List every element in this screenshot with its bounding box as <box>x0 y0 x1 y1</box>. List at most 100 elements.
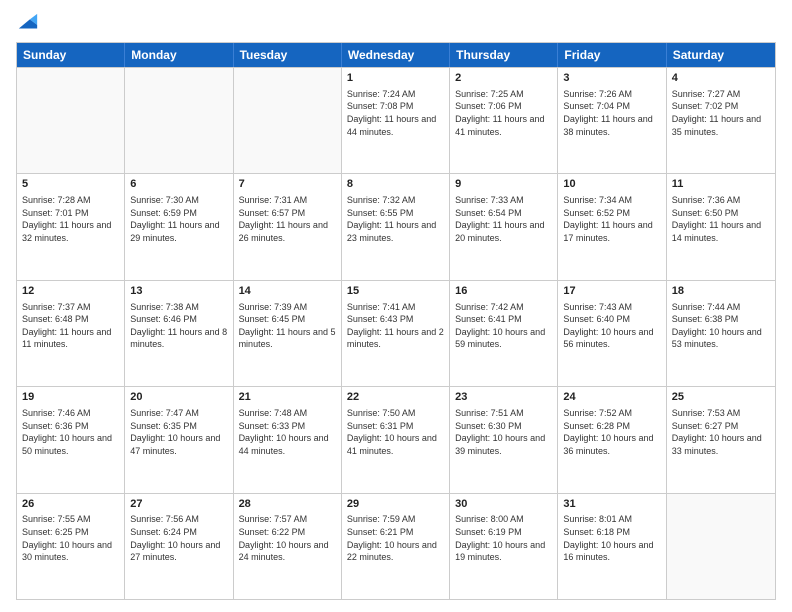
empty-cell <box>17 68 125 173</box>
day-cell-6: 6 Sunrise: 7:30 AMSunset: 6:59 PMDaylight… <box>125 174 233 279</box>
header <box>16 12 776 34</box>
day-cell-29: 29Sunrise: 7:59 AMSunset: 6:21 PMDayligh… <box>342 494 450 599</box>
day-number: 15 <box>347 284 444 299</box>
day-cell-13: 13Sunrise: 7:38 AMSunset: 6:46 PMDayligh… <box>125 281 233 386</box>
day-cell-15: 15 Sunrise: 7:41 AMSunset: 6:43 PMDayligh… <box>342 281 450 386</box>
day-info: Sunrise: 7:56 AMSunset: 6:24 PMDaylight:… <box>130 513 227 563</box>
day-info: Sunrise: 7:34 AMSunset: 6:52 PMDaylight:… <box>563 194 660 244</box>
calendar-body: 1Sunrise: 7:24 AMSunset: 7:08 PMDaylight… <box>17 67 775 599</box>
day-info: Sunrise: 7:52 AMSunset: 6:28 PMDaylight:… <box>563 407 660 457</box>
day-number: 24 <box>563 390 660 405</box>
day-of-week-header: Monday <box>125 43 233 67</box>
day-info: Sunrise: 7:36 AMSunset: 6:50 PMDaylight:… <box>672 194 770 244</box>
day-number: 30 <box>455 497 552 512</box>
day-number: 18 <box>672 284 770 299</box>
day-number: 27 <box>130 497 227 512</box>
day-cell-21: 21Sunrise: 7:48 AMSunset: 6:33 PMDayligh… <box>234 387 342 492</box>
day-cell-5: 5 Sunrise: 7:28 AMSunset: 7:01 PMDaylight… <box>17 174 125 279</box>
day-number: 22 <box>347 390 444 405</box>
day-number: 4 <box>672 71 770 86</box>
day-of-week-header: Saturday <box>667 43 775 67</box>
day-number: 9 <box>455 177 552 192</box>
day-number: 31 <box>563 497 660 512</box>
day-of-week-header: Wednesday <box>342 43 450 67</box>
day-info: Sunrise: 7:57 AMSunset: 6:22 PMDaylight:… <box>239 513 336 563</box>
day-of-week-header: Tuesday <box>234 43 342 67</box>
day-number: 17 <box>563 284 660 299</box>
day-number: 5 <box>22 177 119 192</box>
day-number: 7 <box>239 177 336 192</box>
calendar-week-1: 1Sunrise: 7:24 AMSunset: 7:08 PMDaylight… <box>17 67 775 173</box>
day-number: 1 <box>347 71 444 86</box>
day-cell-7: 7 Sunrise: 7:31 AMSunset: 6:57 PMDaylight… <box>234 174 342 279</box>
day-info: Sunrise: 7:25 AMSunset: 7:06 PMDaylight:… <box>455 88 552 138</box>
day-number: 2 <box>455 71 552 86</box>
day-info: Sunrise: 7:42 AMSunset: 6:41 PMDaylight:… <box>455 301 552 351</box>
calendar-header-row: SundayMondayTuesdayWednesdayThursdayFrid… <box>17 43 775 67</box>
day-number: 25 <box>672 390 770 405</box>
calendar-week-2: 5 Sunrise: 7:28 AMSunset: 7:01 PMDaylight… <box>17 173 775 279</box>
page: SundayMondayTuesdayWednesdayThursdayFrid… <box>0 0 792 612</box>
day-info: Sunrise: 7:50 AMSunset: 6:31 PMDaylight:… <box>347 407 444 457</box>
day-number: 10 <box>563 177 660 192</box>
day-of-week-header: Sunday <box>17 43 125 67</box>
empty-cell <box>234 68 342 173</box>
day-info: Sunrise: 7:26 AMSunset: 7:04 PMDaylight:… <box>563 88 660 138</box>
empty-cell <box>125 68 233 173</box>
logo <box>16 12 39 34</box>
day-number: 6 <box>130 177 227 192</box>
day-cell-19: 19 Sunrise: 7:46 AMSunset: 6:36 PMDayligh… <box>17 387 125 492</box>
day-cell-16: 16 Sunrise: 7:42 AMSunset: 6:41 PMDayligh… <box>450 281 558 386</box>
day-number: 14 <box>239 284 336 299</box>
day-info: Sunrise: 7:37 AMSunset: 6:48 PMDaylight:… <box>22 301 119 351</box>
day-info: Sunrise: 7:43 AMSunset: 6:40 PMDaylight:… <box>563 301 660 351</box>
day-info: Sunrise: 7:53 AMSunset: 6:27 PMDaylight:… <box>672 407 770 457</box>
day-info: Sunrise: 7:59 AMSunset: 6:21 PMDaylight:… <box>347 513 444 563</box>
day-info: Sunrise: 7:28 AMSunset: 7:01 PMDaylight:… <box>22 194 119 244</box>
day-number: 19 <box>22 390 119 405</box>
day-cell-20: 20Sunrise: 7:47 AMSunset: 6:35 PMDayligh… <box>125 387 233 492</box>
day-cell-27: 27Sunrise: 7:56 AMSunset: 6:24 PMDayligh… <box>125 494 233 599</box>
day-cell-18: 18Sunrise: 7:44 AMSunset: 6:38 PMDayligh… <box>667 281 775 386</box>
day-info: Sunrise: 7:55 AMSunset: 6:25 PMDaylight:… <box>22 513 119 563</box>
day-of-week-header: Friday <box>558 43 666 67</box>
empty-cell <box>667 494 775 599</box>
day-cell-31: 31Sunrise: 8:01 AMSunset: 6:18 PMDayligh… <box>558 494 666 599</box>
day-info: Sunrise: 7:30 AMSunset: 6:59 PMDaylight:… <box>130 194 227 244</box>
day-cell-8: 8Sunrise: 7:32 AMSunset: 6:55 PMDaylight… <box>342 174 450 279</box>
day-cell-26: 26Sunrise: 7:55 AMSunset: 6:25 PMDayligh… <box>17 494 125 599</box>
day-number: 12 <box>22 284 119 299</box>
day-cell-12: 12 Sunrise: 7:37 AMSunset: 6:48 PMDayligh… <box>17 281 125 386</box>
day-cell-2: 2 Sunrise: 7:25 AMSunset: 7:06 PMDaylight… <box>450 68 558 173</box>
calendar-week-4: 19 Sunrise: 7:46 AMSunset: 6:36 PMDayligh… <box>17 386 775 492</box>
day-of-week-header: Thursday <box>450 43 558 67</box>
day-number: 26 <box>22 497 119 512</box>
day-cell-17: 17 Sunrise: 7:43 AMSunset: 6:40 PMDayligh… <box>558 281 666 386</box>
day-number: 16 <box>455 284 552 299</box>
day-info: Sunrise: 7:48 AMSunset: 6:33 PMDaylight:… <box>239 407 336 457</box>
day-cell-11: 11 Sunrise: 7:36 AMSunset: 6:50 PMDayligh… <box>667 174 775 279</box>
day-info: Sunrise: 7:46 AMSunset: 6:36 PMDaylight:… <box>22 407 119 457</box>
day-cell-4: 4 Sunrise: 7:27 AMSunset: 7:02 PMDaylight… <box>667 68 775 173</box>
day-info: Sunrise: 7:33 AMSunset: 6:54 PMDaylight:… <box>455 194 552 244</box>
calendar-week-3: 12 Sunrise: 7:37 AMSunset: 6:48 PMDayligh… <box>17 280 775 386</box>
day-cell-30: 30Sunrise: 8:00 AMSunset: 6:19 PMDayligh… <box>450 494 558 599</box>
day-cell-23: 23Sunrise: 7:51 AMSunset: 6:30 PMDayligh… <box>450 387 558 492</box>
day-number: 11 <box>672 177 770 192</box>
day-info: Sunrise: 7:27 AMSunset: 7:02 PMDaylight:… <box>672 88 770 138</box>
day-cell-28: 28Sunrise: 7:57 AMSunset: 6:22 PMDayligh… <box>234 494 342 599</box>
day-cell-9: 9 Sunrise: 7:33 AMSunset: 6:54 PMDaylight… <box>450 174 558 279</box>
day-number: 3 <box>563 71 660 86</box>
day-cell-3: 3 Sunrise: 7:26 AMSunset: 7:04 PMDaylight… <box>558 68 666 173</box>
day-info: Sunrise: 8:00 AMSunset: 6:19 PMDaylight:… <box>455 513 552 563</box>
day-cell-22: 22 Sunrise: 7:50 AMSunset: 6:31 PMDayligh… <box>342 387 450 492</box>
day-info: Sunrise: 7:41 AMSunset: 6:43 PMDaylight:… <box>347 301 444 351</box>
day-number: 29 <box>347 497 444 512</box>
calendar-week-5: 26Sunrise: 7:55 AMSunset: 6:25 PMDayligh… <box>17 493 775 599</box>
day-info: Sunrise: 7:31 AMSunset: 6:57 PMDaylight:… <box>239 194 336 244</box>
day-info: Sunrise: 7:51 AMSunset: 6:30 PMDaylight:… <box>455 407 552 457</box>
day-number: 8 <box>347 177 444 192</box>
day-number: 13 <box>130 284 227 299</box>
day-number: 28 <box>239 497 336 512</box>
day-cell-14: 14Sunrise: 7:39 AMSunset: 6:45 PMDayligh… <box>234 281 342 386</box>
